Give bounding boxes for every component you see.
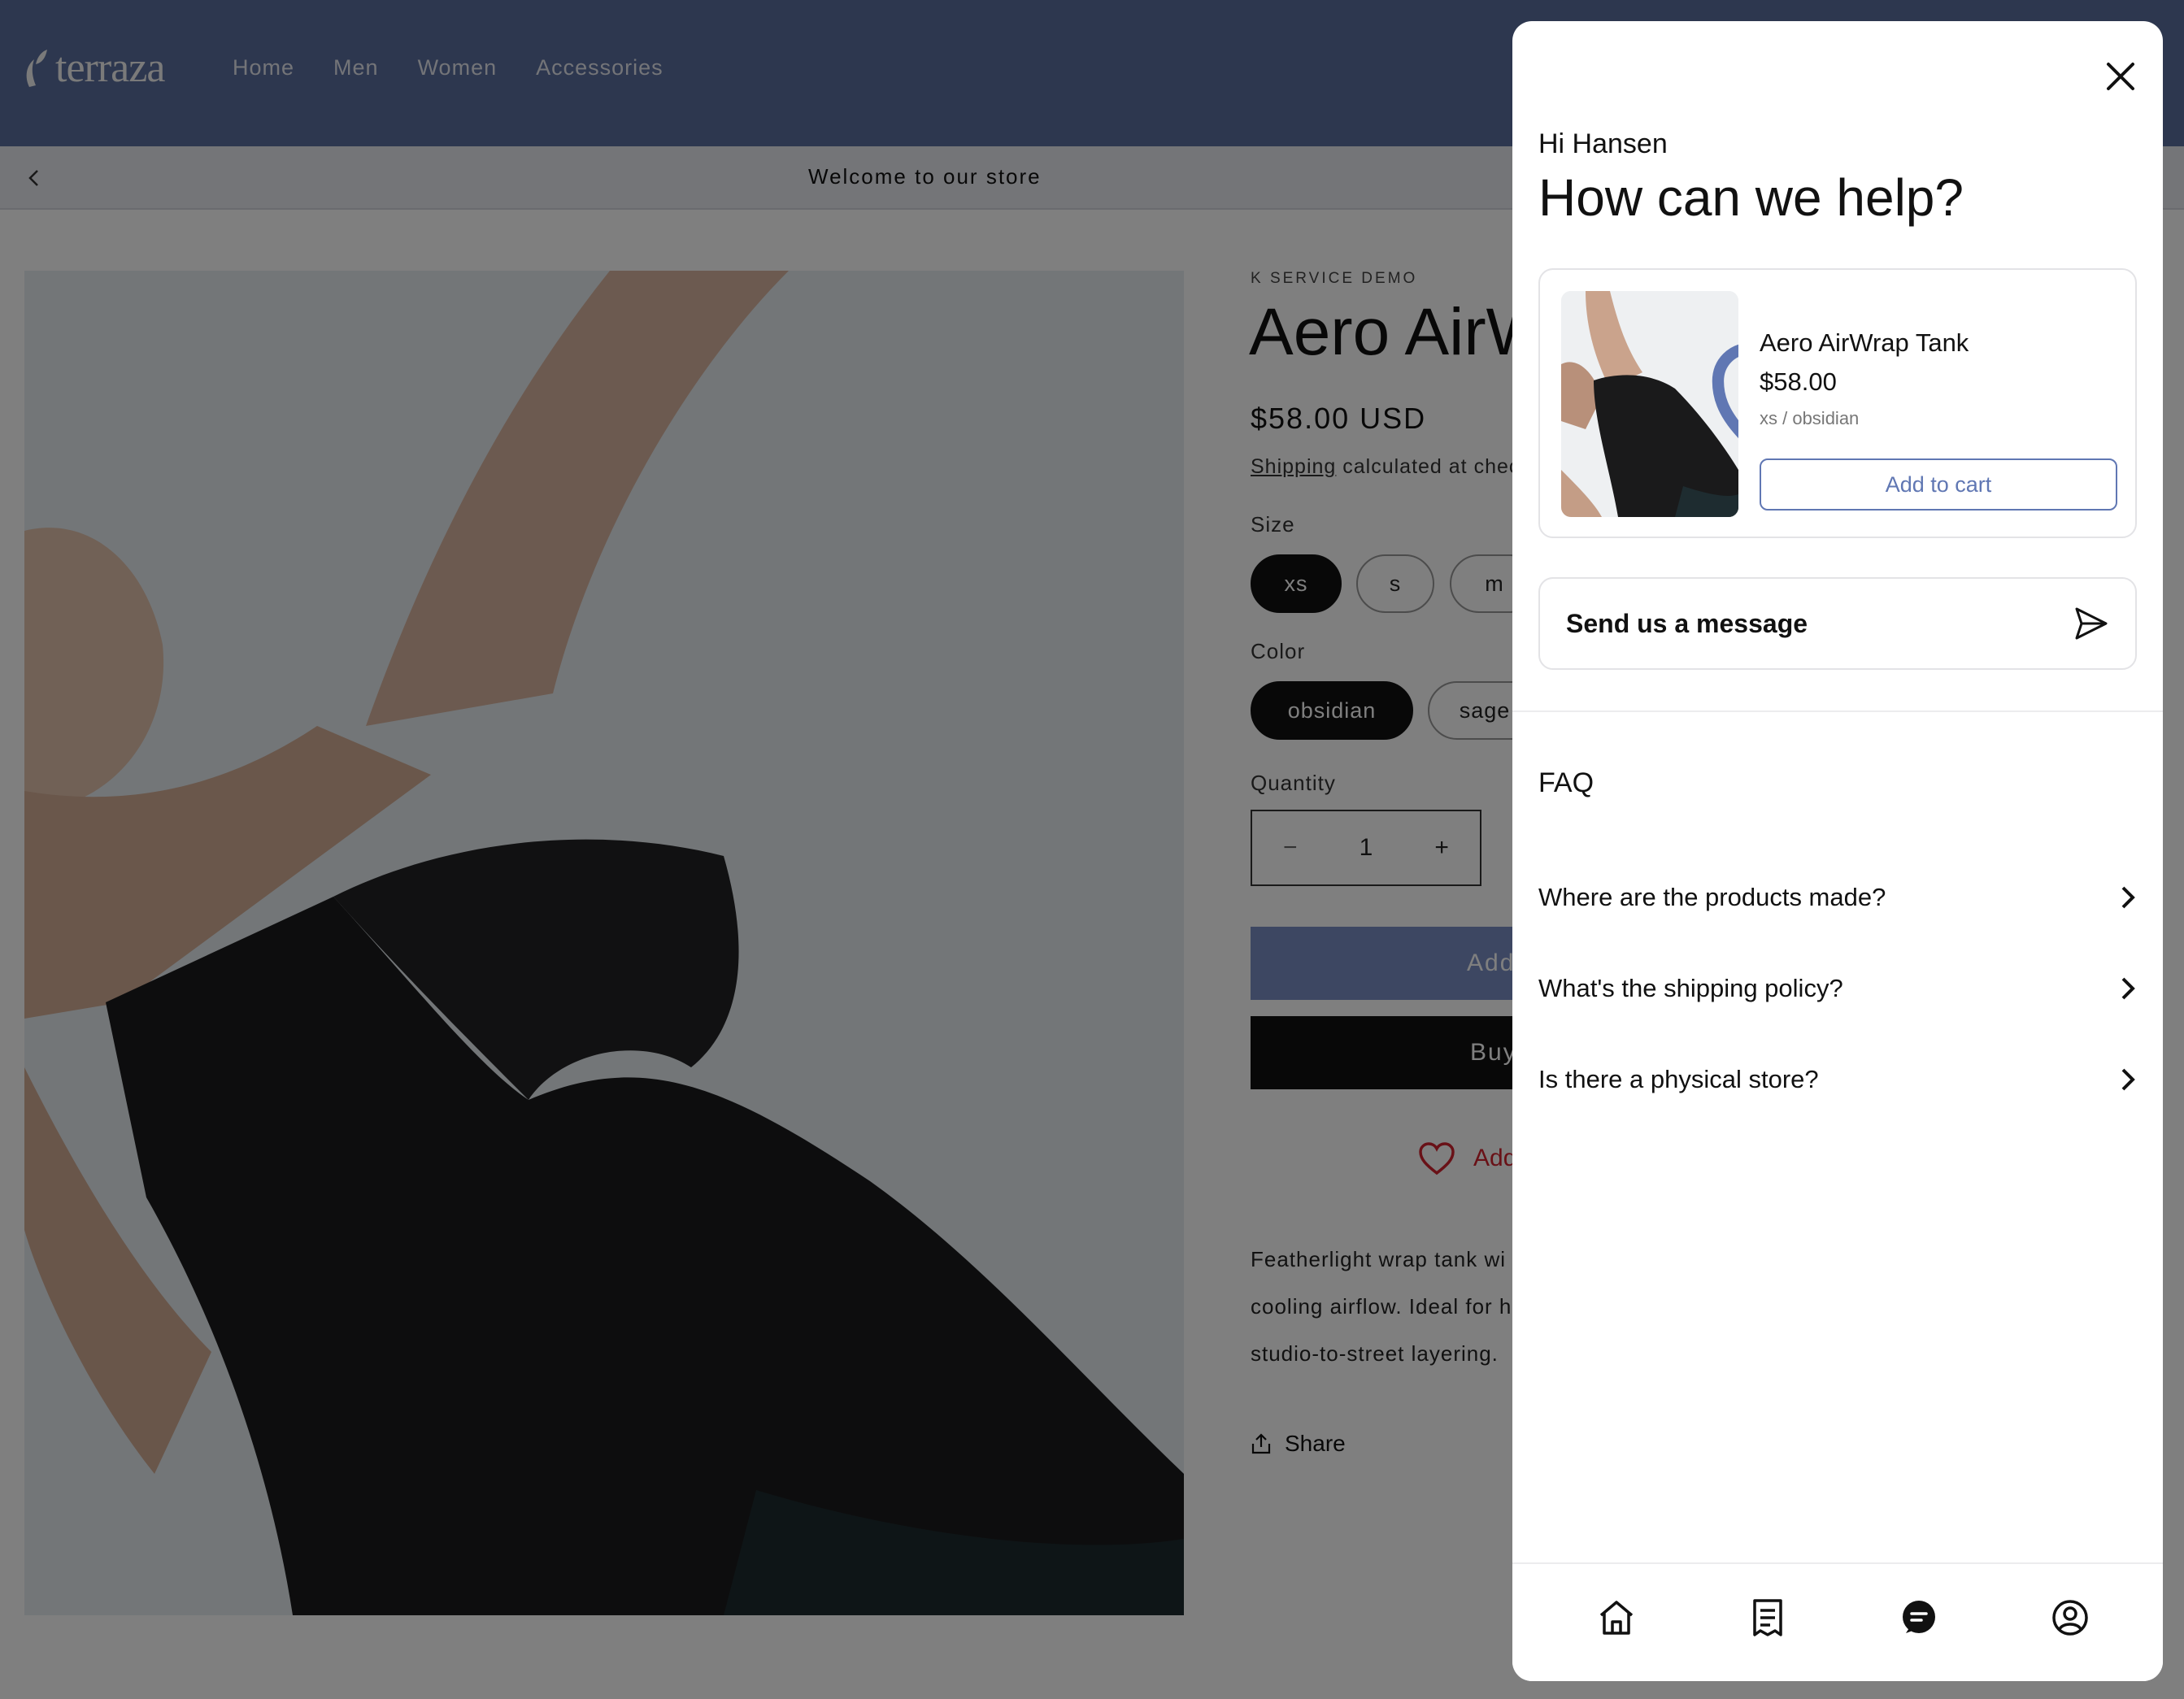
product-thumbnail[interactable]: [1561, 291, 1738, 517]
tab-account[interactable]: [2044, 1592, 2096, 1644]
chat-icon: [1903, 1601, 1935, 1633]
help-title: How can we help?: [1538, 168, 1964, 227]
faq-item[interactable]: Where are the products made?: [1538, 871, 2137, 923]
card-product-price: $58.00: [1760, 367, 1837, 396]
heart-icon[interactable]: [1699, 301, 1738, 517]
tab-orders[interactable]: [1742, 1592, 1794, 1644]
product-card[interactable]: Aero AirWrap Tank $58.00 xs / obsidian A…: [1538, 268, 2137, 538]
faq-item[interactable]: What's the shipping policy?: [1538, 962, 2137, 1015]
chevron-right-icon: [2121, 1068, 2135, 1091]
tab-chat[interactable]: [1893, 1592, 1945, 1644]
faq-question: What's the shipping policy?: [1538, 974, 1843, 1002]
chevron-right-icon: [2121, 977, 2135, 1000]
send-message-label: Send us a message: [1566, 608, 1808, 638]
send-message-button[interactable]: Send us a message: [1538, 577, 2137, 670]
close-icon: [2107, 63, 2134, 90]
section-divider: [1512, 710, 2163, 712]
send-icon: [2075, 607, 2108, 640]
orders-icon: [1753, 1599, 1782, 1636]
home-icon: [1599, 1601, 1634, 1635]
faq-question: Where are the products made?: [1538, 883, 1886, 911]
tab-home[interactable]: [1590, 1592, 1642, 1644]
card-product-variant: xs / obsidian: [1760, 408, 1860, 428]
widget-tab-bar: [1512, 1562, 2163, 1681]
faq-title: FAQ: [1538, 767, 1594, 798]
card-product-name: Aero AirWrap Tank: [1760, 328, 1969, 357]
close-button[interactable]: [2096, 52, 2145, 101]
help-widget: Hi Hansen How can we help? Aero AirWrap …: [1512, 21, 2163, 1681]
account-icon: [2052, 1600, 2088, 1636]
page: terraza Home Men Women Accessories Welco…: [0, 0, 2184, 1699]
faq-item[interactable]: Is there a physical store?: [1538, 1054, 2137, 1106]
faq-question: Is there a physical store?: [1538, 1065, 1819, 1093]
card-add-to-cart-button[interactable]: Add to cart: [1760, 458, 2117, 511]
greeting: Hi Hansen: [1538, 128, 1668, 159]
chevron-right-icon: [2121, 886, 2135, 909]
